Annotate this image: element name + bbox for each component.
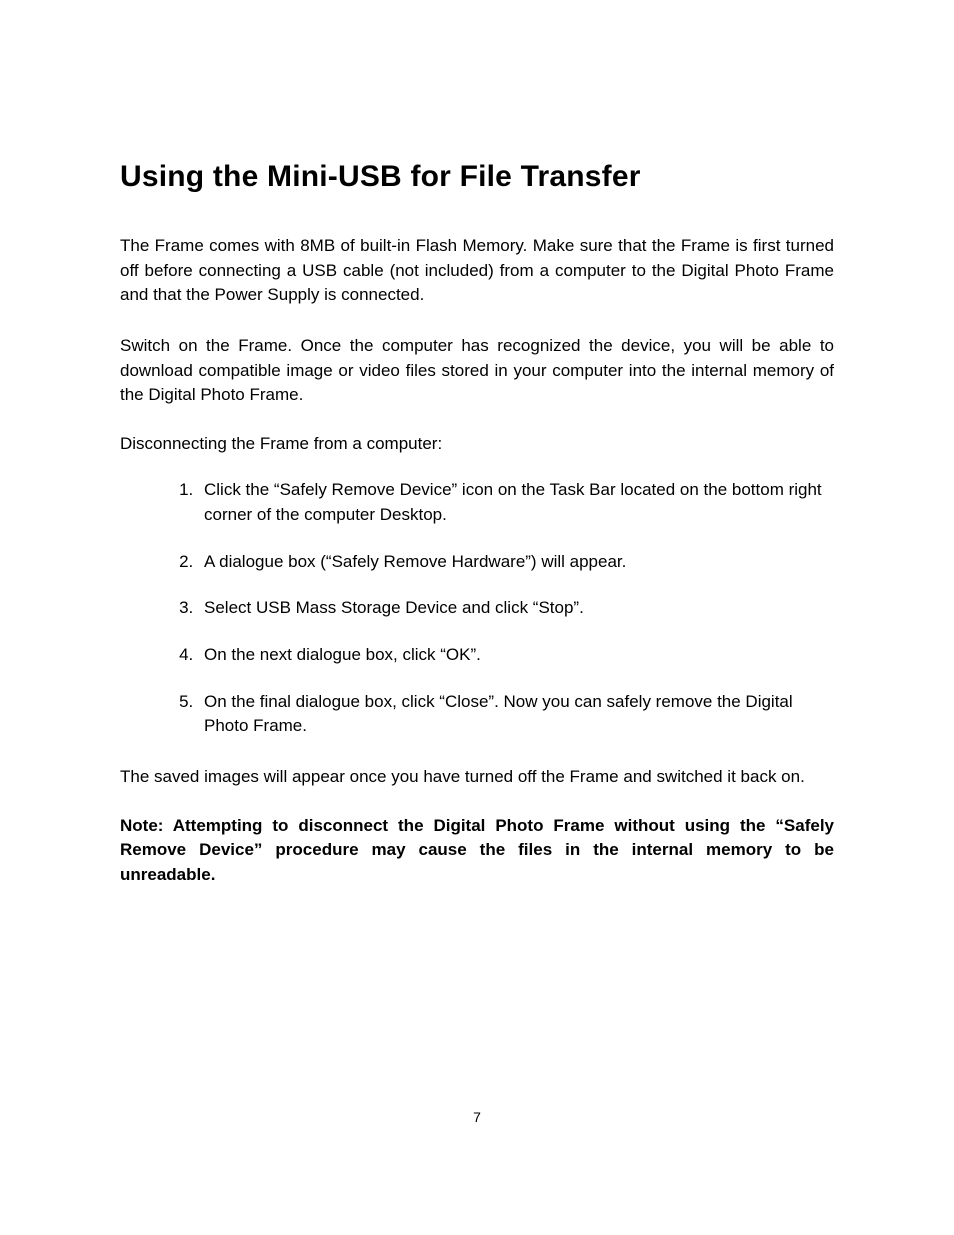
note-paragraph: Note: Attempting to disconnect the Digit…: [120, 814, 834, 888]
list-item: On the next dialogue box, click “OK”.: [198, 643, 834, 668]
paragraph-disconnect-lead: Disconnecting the Frame from a computer:: [120, 432, 834, 457]
list-item: On the final dialogue box, click “Close”…: [198, 690, 834, 739]
paragraph-intro-1: The Frame comes with 8MB of built-in Fla…: [120, 234, 834, 308]
steps-list: Click the “Safely Remove Device” icon on…: [120, 478, 834, 738]
list-item: Click the “Safely Remove Device” icon on…: [198, 478, 834, 527]
document-page: Using the Mini-USB for File Transfer The…: [0, 0, 954, 1235]
list-item: Select USB Mass Storage Device and click…: [198, 596, 834, 621]
page-number: 7: [0, 1109, 954, 1125]
page-title: Using the Mini-USB for File Transfer: [120, 160, 834, 194]
paragraph-outro: The saved images will appear once you ha…: [120, 765, 834, 790]
list-item: A dialogue box (“Safely Remove Hardware”…: [198, 550, 834, 575]
paragraph-intro-2: Switch on the Frame. Once the computer h…: [120, 334, 834, 408]
